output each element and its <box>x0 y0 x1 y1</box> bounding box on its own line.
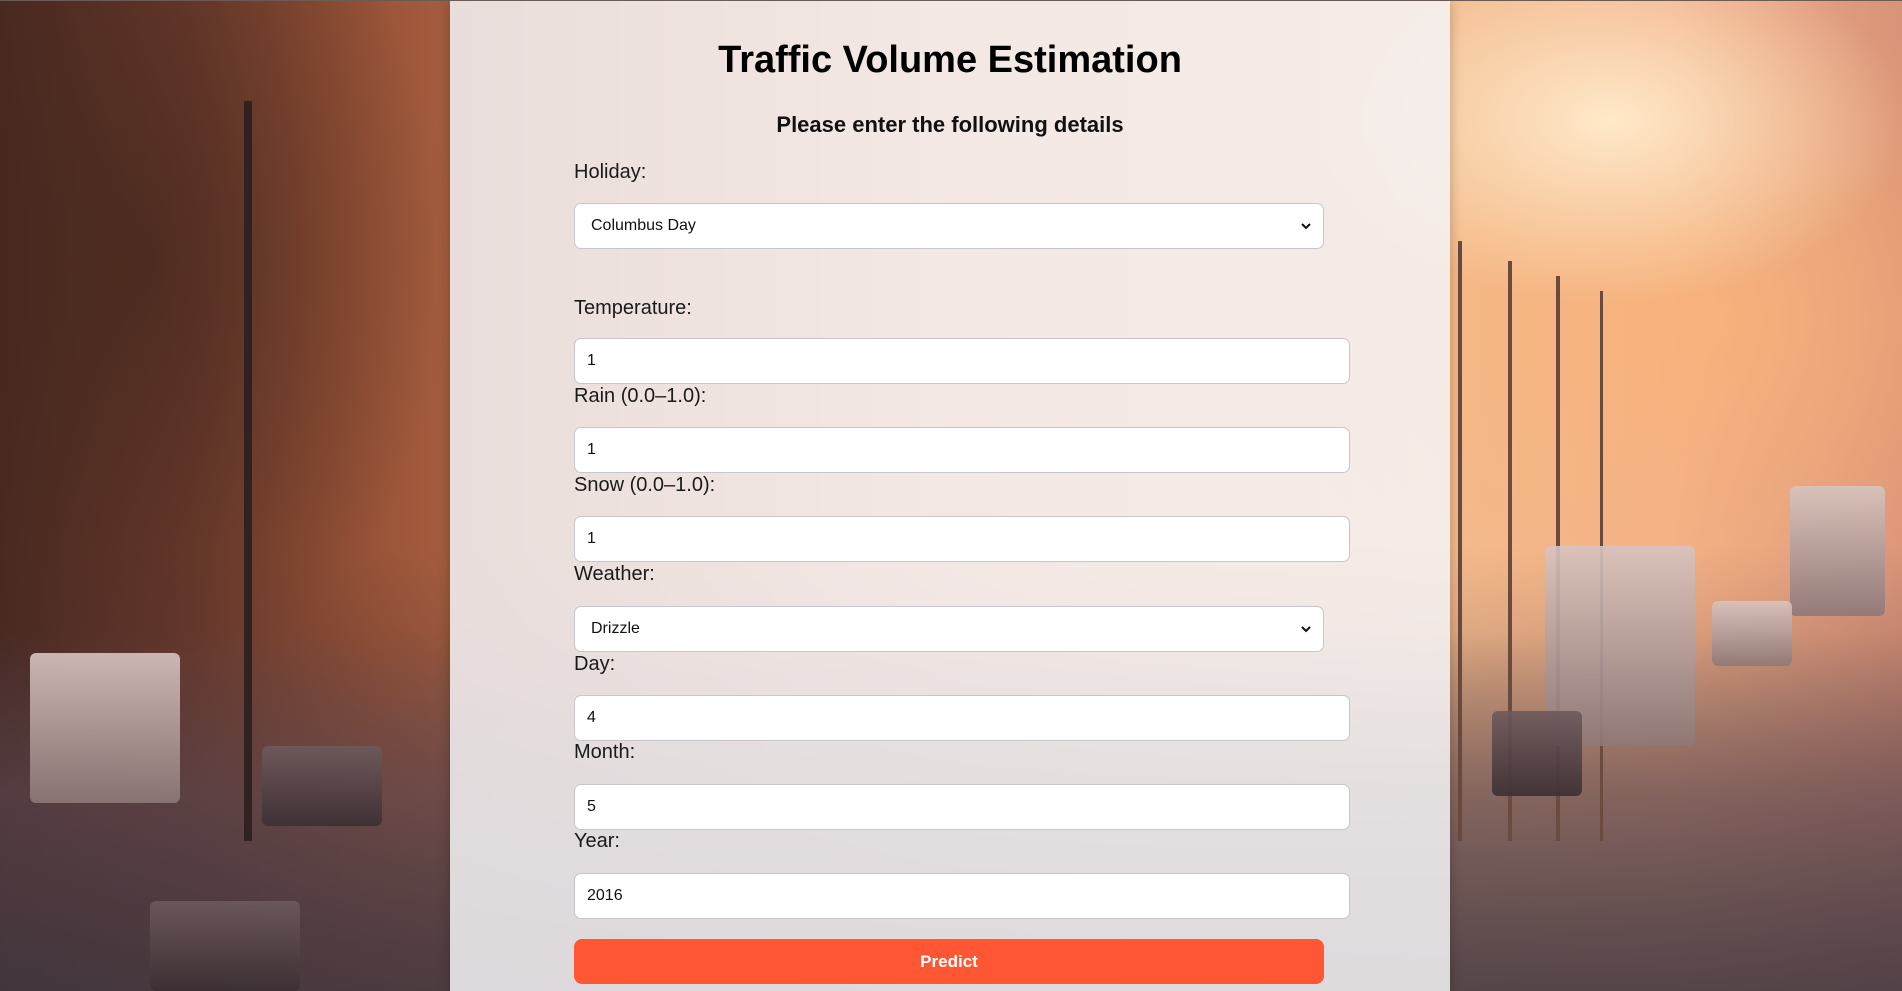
snow-input[interactable]: 1 <box>574 516 1350 562</box>
background-lamp-post <box>1458 241 1462 841</box>
snow-label: Snow (0.0–1.0): <box>574 474 716 496</box>
form-panel: Traffic Volume Estimation Please enter t… <box>450 1 1450 991</box>
year-label: Year: <box>574 830 620 852</box>
holiday-select-value: Columbus Day <box>591 217 696 234</box>
day-input-value: 4 <box>587 709 596 726</box>
predict-button[interactable]: Predict <box>574 939 1324 984</box>
background-truck <box>1790 486 1885 616</box>
background-trees <box>0 1 450 651</box>
weather-label: Weather: <box>574 563 655 585</box>
weather-select[interactable]: Drizzle <box>574 606 1324 652</box>
page: Traffic Volume Estimation Please enter t… <box>0 0 1902 991</box>
day-input[interactable]: 4 <box>574 695 1350 741</box>
day-label: Day: <box>574 653 616 675</box>
temperature-input[interactable]: 1 <box>574 338 1350 384</box>
month-input[interactable]: 5 <box>574 784 1350 830</box>
year-input[interactable]: 2016 <box>574 873 1350 919</box>
temperature-input-value: 1 <box>587 352 596 369</box>
background-car <box>1492 711 1582 796</box>
rain-input-value: 1 <box>587 441 596 458</box>
background-car <box>150 901 300 991</box>
weather-select-value: Drizzle <box>591 620 640 637</box>
background-car <box>1712 601 1792 666</box>
year-input-value: 2016 <box>587 887 623 904</box>
month-label: Month: <box>574 741 636 763</box>
background-truck <box>30 653 180 803</box>
page-subtitle: Please enter the following details <box>776 112 1124 137</box>
holiday-label: Holiday: <box>574 161 647 183</box>
background-car <box>262 746 382 826</box>
month-input-value: 5 <box>587 798 596 815</box>
rain-input[interactable]: 1 <box>574 427 1350 473</box>
page-title: Traffic Volume Estimation <box>718 39 1182 81</box>
holiday-select[interactable]: Columbus Day <box>574 203 1324 249</box>
background-lamp-post <box>244 101 252 841</box>
chevron-down-icon <box>1301 223 1311 230</box>
rain-label: Rain (0.0–1.0): <box>574 385 707 407</box>
temperature-label: Temperature: <box>574 297 692 319</box>
chevron-down-icon <box>1301 626 1311 633</box>
snow-input-value: 1 <box>587 530 596 547</box>
